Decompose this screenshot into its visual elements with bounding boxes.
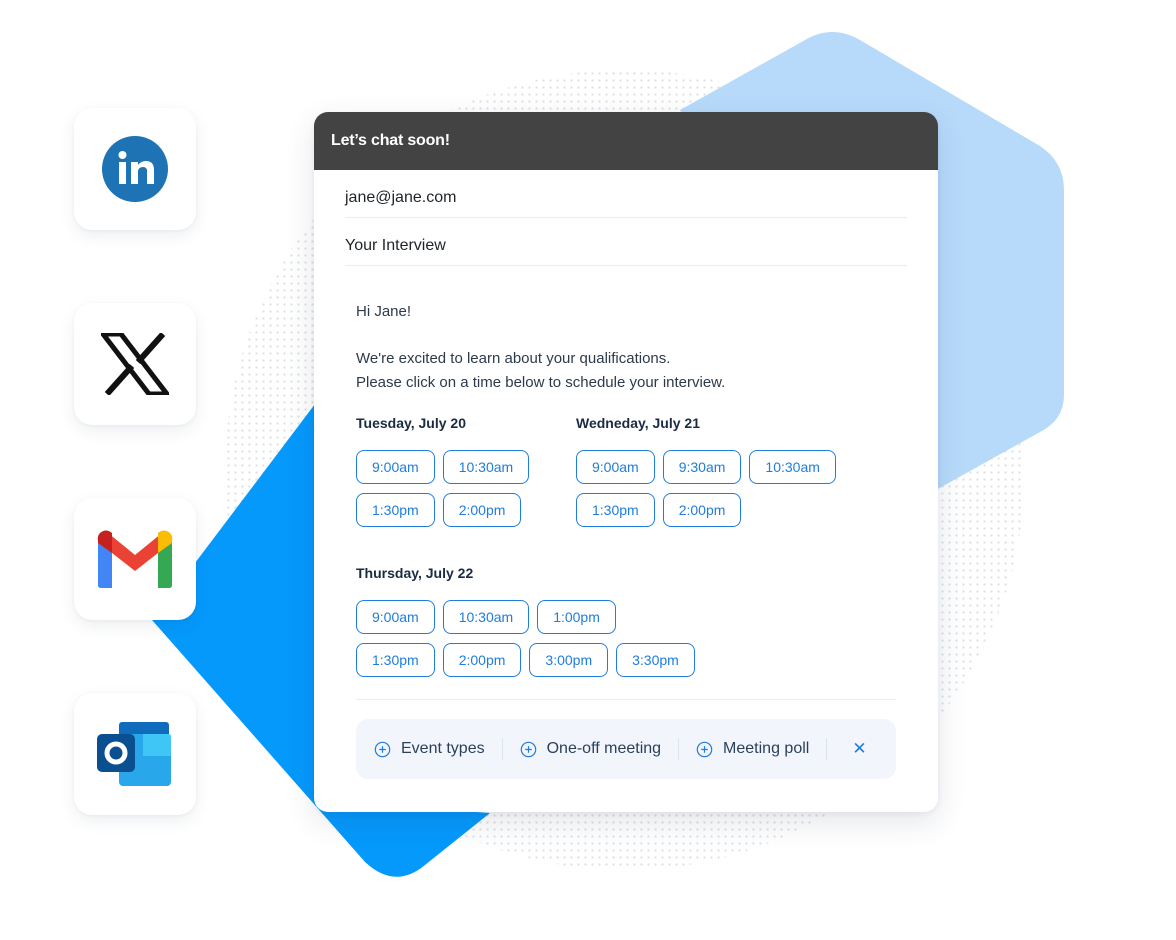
slot-row: 9:00am 9:30am 10:30am xyxy=(576,450,836,484)
gmail-icon xyxy=(97,530,173,588)
outlook-icon xyxy=(97,722,171,786)
day-title: Tuesday, July 20 xyxy=(356,415,466,431)
slot-list: 9:00am 9:30am 10:30am 1:30pm 2:00pm xyxy=(576,450,836,527)
meeting-poll-label: Meeting poll xyxy=(723,740,810,757)
day-thursday: Thursday, July 22 9:00am 10:30am 1:00pm … xyxy=(356,565,695,677)
to-value: jane@jane.com xyxy=(345,189,457,206)
time-slot[interactable]: 1:30pm xyxy=(356,643,435,677)
close-icon[interactable]: ✕ xyxy=(852,739,866,759)
plus-circle-icon xyxy=(374,741,391,757)
intro-line-2: Please click on a time below to schedule… xyxy=(356,374,726,391)
toolbar-separator xyxy=(826,738,828,760)
event-types-button[interactable]: Event types xyxy=(374,740,485,758)
greeting: Hi Jane! xyxy=(356,303,412,320)
intro-text: We're excited to learn about your qualif… xyxy=(356,347,896,395)
time-slot[interactable]: 3:30pm xyxy=(616,643,695,677)
slot-row: 1:30pm 2:00pm 3:00pm 3:30pm xyxy=(356,643,695,677)
insert-toolbar: Event types One-off meeting Meeting poll… xyxy=(356,719,896,779)
availability: Tuesday, July 20 9:00am 10:30am 1:30pm 2… xyxy=(356,415,896,685)
time-slot[interactable]: 1:00pm xyxy=(537,600,616,634)
time-slot[interactable]: 9:00am xyxy=(576,450,655,484)
meeting-poll-button[interactable]: Meeting poll xyxy=(696,740,809,758)
app-tile-linkedin[interactable] xyxy=(74,108,196,230)
slot-row: 1:30pm 2:00pm xyxy=(576,493,836,527)
subject-field[interactable]: Your Interview xyxy=(345,218,907,266)
app-tile-outlook[interactable] xyxy=(74,693,196,815)
one-off-meeting-label: One-off meeting xyxy=(546,740,662,757)
card-title: Let’s chat soon! xyxy=(331,132,450,149)
to-field[interactable]: jane@jane.com xyxy=(345,170,907,218)
one-off-meeting-button[interactable]: One-off meeting xyxy=(520,740,661,758)
day-title: Thursday, July 22 xyxy=(356,565,474,581)
time-slot[interactable]: 1:30pm xyxy=(576,493,655,527)
time-slot[interactable]: 3:00pm xyxy=(529,643,609,677)
slot-row: 9:00am 10:30am xyxy=(356,450,530,484)
toolbar-separator xyxy=(501,738,503,760)
card-header: Let’s chat soon! xyxy=(314,112,938,170)
email-body: Hi Jane! We're excited to learn about yo… xyxy=(314,303,938,685)
time-slot[interactable]: 2:00pm xyxy=(442,493,522,527)
time-slot[interactable]: 9:30am xyxy=(662,450,742,484)
day-tuesday: Tuesday, July 20 9:00am 10:30am 1:30pm 2… xyxy=(356,415,530,527)
app-tile-x[interactable] xyxy=(74,303,196,425)
time-slot[interactable]: 9:00am xyxy=(356,600,435,634)
time-slot[interactable]: 10:30am xyxy=(442,450,530,484)
app-tile-gmail[interactable] xyxy=(74,498,196,620)
time-slot[interactable]: 10:30am xyxy=(442,600,530,634)
intro-line-1: We're excited to learn about your qualif… xyxy=(356,350,671,367)
plus-circle-icon xyxy=(520,741,536,757)
toolbar-separator xyxy=(678,738,680,760)
slot-row: 1:30pm 2:00pm xyxy=(356,493,529,527)
time-slot[interactable]: 10:30am xyxy=(749,450,836,484)
event-types-label: Event types xyxy=(401,740,485,757)
time-slot[interactable]: 9:00am xyxy=(356,450,435,484)
slot-list: 9:00am 10:30am 1:30pm 2:00pm xyxy=(356,450,530,527)
linkedin-icon xyxy=(102,136,168,202)
time-slot[interactable]: 2:00pm xyxy=(662,493,742,527)
x-icon xyxy=(101,333,169,395)
time-slot[interactable]: 2:00pm xyxy=(442,643,522,677)
email-compose-card: Let’s chat soon! jane@jane.com Your Inte… xyxy=(314,112,938,812)
plus-circle-icon xyxy=(696,741,713,757)
day-wednesday: Wedneday, July 21 9:00am 9:30am 10:30am … xyxy=(576,415,836,527)
subject-value: Your Interview xyxy=(345,237,446,254)
time-slot[interactable]: 1:30pm xyxy=(356,493,435,527)
slot-list: 9:00am 10:30am 1:00pm 1:30pm 2:00pm 3:00… xyxy=(356,600,695,677)
divider xyxy=(356,699,896,700)
day-title: Wedneday, July 21 xyxy=(576,415,700,431)
slot-row: 9:00am 10:30am 1:00pm xyxy=(356,600,695,634)
